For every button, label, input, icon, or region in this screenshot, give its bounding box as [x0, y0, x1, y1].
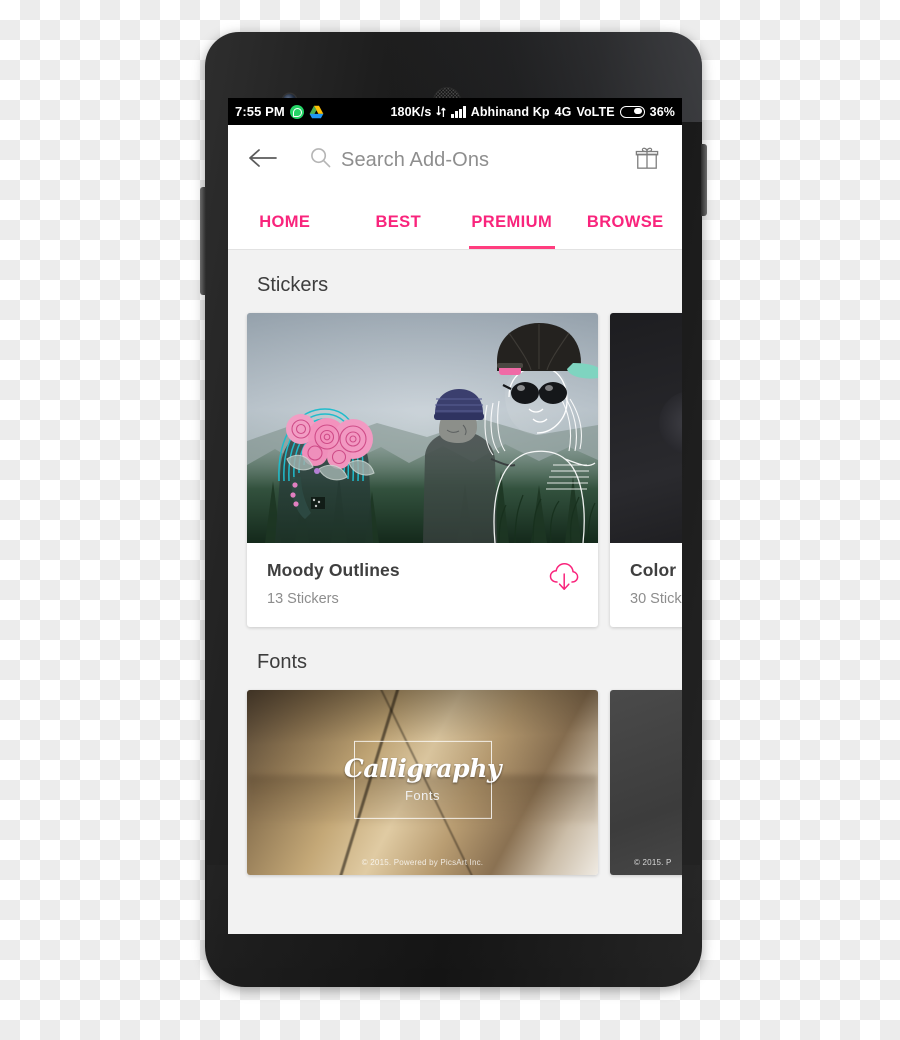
copyright-notice: © 2015. Powered by PicsArt Inc.	[361, 858, 484, 867]
sticker-card-moody-outlines[interactable]: Moody Outlines 13 Stickers	[247, 313, 598, 627]
sticker-card-body: Moody Outlines 13 Stickers	[247, 543, 598, 627]
sticker-card-texts: Color 30 Stick	[630, 560, 682, 607]
tab-home[interactable]: HOME	[228, 195, 342, 249]
section-title-fonts: Fonts	[257, 651, 308, 673]
dark-fonts-preview: © 2015. P	[610, 690, 682, 875]
search-input[interactable]: Search Add-Ons	[280, 147, 630, 173]
volte-indicator: VoLTE	[576, 104, 615, 119]
status-time: 7:55 PM	[235, 104, 285, 119]
power-button[interactable]	[701, 144, 707, 216]
sticker-card-texts: Moody Outlines 13 Stickers	[267, 560, 548, 607]
gift-icon	[635, 146, 659, 175]
data-transfer-icon	[436, 105, 447, 118]
phone-device: 7:55 PM 180K/s Abhinand Kp 4G VoLTE 36% …	[200, 32, 707, 987]
section-title-stickers: Stickers	[257, 274, 329, 296]
status-bar-left: 7:55 PM	[235, 104, 324, 119]
sticker-card-title: Color	[630, 560, 677, 580]
tab-home-label: HOME	[259, 212, 311, 231]
app-bar: Search Add-Ons	[228, 125, 682, 195]
moody-outlines-illustration	[247, 313, 598, 543]
tab-bar: HOME BEST PREMIUM BROWSE	[228, 195, 682, 250]
calligraphy-title-frame: Calligraphy Fonts	[344, 740, 502, 819]
battery-percent: 36%	[649, 104, 675, 119]
whatsapp-icon	[289, 104, 304, 119]
carrier-name: Abhinand Kp	[470, 104, 550, 119]
dark-fonts-background	[610, 690, 682, 875]
tab-browse-label: BROWSE	[586, 212, 664, 231]
tab-premium-label: PREMIUM	[471, 212, 553, 231]
tab-browse[interactable]: BROWSE	[569, 195, 683, 249]
sticker-card-subtitle: 13 Stickers	[267, 591, 339, 607]
google-drive-icon	[309, 105, 324, 119]
stickers-card-row[interactable]: Moody Outlines 13 Stickers Color 30 Stic…	[228, 313, 682, 627]
calligraphy-fonts-preview: Calligraphy Fonts © 2015. Powered by Pic…	[247, 690, 598, 875]
tab-best[interactable]: BEST	[342, 195, 456, 249]
back-arrow-icon	[248, 147, 278, 174]
copyright-notice: © 2015. P	[634, 858, 672, 867]
sticker-card-body: Color 30 Stick	[610, 543, 682, 627]
font-card-dark[interactable]: © 2015. P	[610, 690, 682, 875]
phone-screen: 7:55 PM 180K/s Abhinand Kp 4G VoLTE 36% …	[228, 98, 682, 934]
sticker-card-subtitle: 30 Stick	[630, 591, 682, 607]
back-button[interactable]	[246, 143, 280, 177]
calligraphy-subword: Fonts	[404, 787, 440, 803]
sticker-card-color[interactable]: Color 30 Stick	[610, 313, 682, 627]
network-speed: 180K/s	[390, 104, 432, 119]
signal-bars-icon	[451, 105, 466, 118]
status-bar-right: 180K/s Abhinand Kp 4G VoLTE 36%	[391, 105, 676, 119]
battery-icon	[619, 105, 645, 118]
tab-best-label: BEST	[375, 212, 422, 231]
addons-content-scroll[interactable]: Stickers Moody Outlines 13 Stickers Colo…	[228, 250, 682, 934]
fonts-card-row[interactable]: Calligraphy Fonts © 2015. Powered by Pic…	[228, 690, 682, 875]
tab-premium[interactable]: PREMIUM	[455, 195, 569, 249]
search-icon	[310, 147, 331, 173]
calligraphy-word: Calligraphy	[343, 753, 502, 783]
status-bar: 7:55 PM 180K/s Abhinand Kp 4G VoLTE 36%	[228, 98, 682, 125]
network-type: 4G	[554, 104, 572, 119]
gift-button[interactable]	[630, 143, 664, 177]
font-card-calligraphy[interactable]: Calligraphy Fonts © 2015. Powered by Pic…	[247, 690, 598, 875]
dark-sticker-pack-preview	[610, 313, 682, 543]
sticker-card-title: Moody Outlines	[267, 560, 400, 580]
search-placeholder-text: Search Add-Ons	[341, 148, 490, 171]
volume-rocker-button[interactable]	[200, 187, 206, 295]
cloud-download-icon	[548, 563, 580, 596]
download-button[interactable]	[548, 562, 580, 592]
